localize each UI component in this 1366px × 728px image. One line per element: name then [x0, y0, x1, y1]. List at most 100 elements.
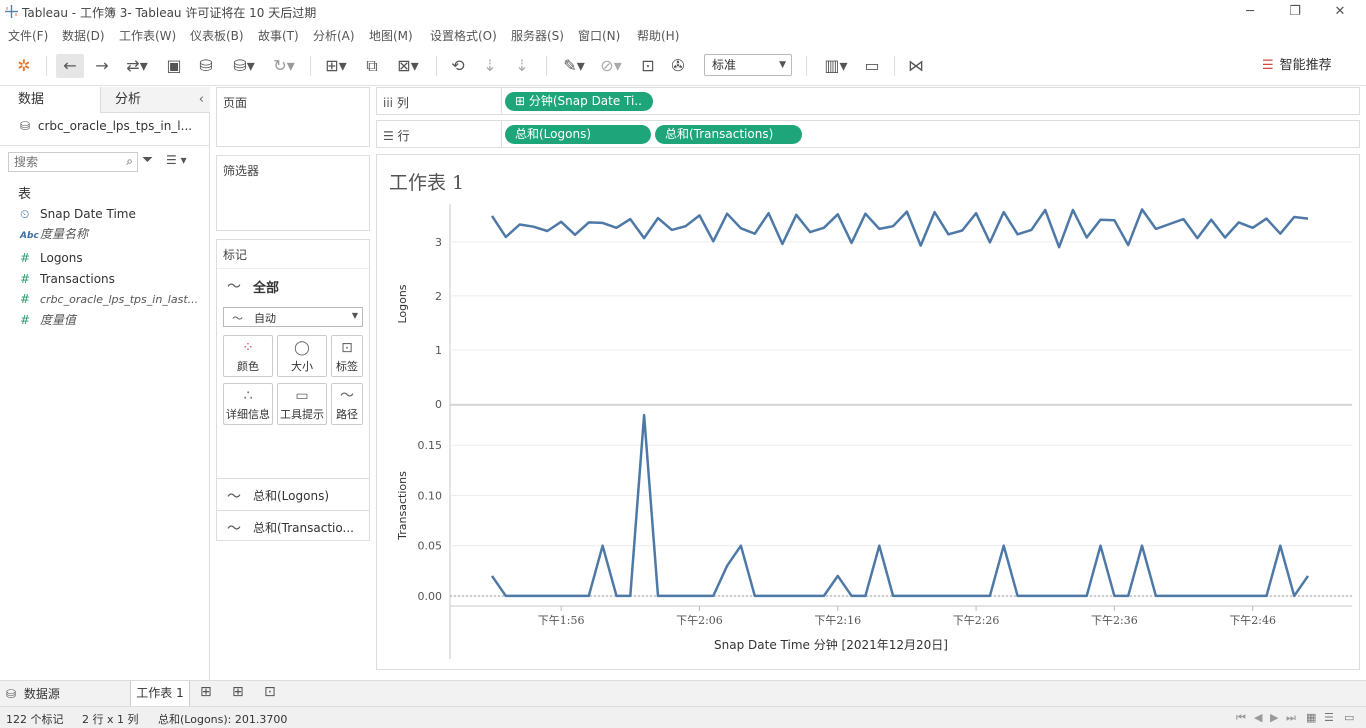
- color-button[interactable]: ⁘ 颜色: [223, 335, 273, 377]
- expand-icon: ⊞: [515, 94, 529, 108]
- clear-sheet-icon[interactable]: ⊠▾: [390, 54, 426, 78]
- line-mark-icon: 〜: [232, 312, 243, 325]
- menu-worksheet[interactable]: 工作表(W): [119, 27, 176, 44]
- tab-datasource[interactable]: ⛁ 数据源: [6, 685, 60, 702]
- search-icon: ⌕: [126, 154, 133, 168]
- sort-desc-icon[interactable]: ⇣: [510, 54, 534, 78]
- search-field[interactable]: ⌕: [8, 152, 138, 172]
- tab-data[interactable]: 数据: [0, 87, 100, 113]
- marks-transactions[interactable]: 〜 总和(Transactio...: [217, 510, 369, 540]
- undo-icon[interactable]: ←: [56, 54, 84, 78]
- pause-updates-icon[interactable]: ⛁▾: [226, 54, 262, 78]
- tab-sheet1[interactable]: 工作表 1: [130, 681, 190, 707]
- path-button[interactable]: 〜路径: [331, 383, 363, 425]
- show-labels-icon[interactable]: ⊡: [636, 54, 660, 78]
- filmstrip-view-icon[interactable]: ▭: [1344, 711, 1354, 724]
- fit-select[interactable]: 标准 ▼: [704, 54, 792, 76]
- share-icon[interactable]: ⋈: [904, 54, 928, 78]
- sort-asc-icon[interactable]: ⇣: [478, 54, 502, 78]
- field-measure-values[interactable]: # 度量值: [20, 310, 76, 330]
- marks-logons[interactable]: 〜 总和(Logons): [217, 478, 369, 510]
- new-datasource-icon[interactable]: ⛁: [194, 54, 218, 78]
- tab-analysis[interactable]: 分析 ‹: [100, 87, 210, 113]
- maximize-button[interactable]: ❐: [1275, 2, 1315, 22]
- menu-map[interactable]: 地图(M): [369, 27, 413, 44]
- view-options-icon[interactable]: ☰ ▾: [166, 153, 187, 167]
- filters-card[interactable]: 筛选器: [216, 155, 370, 231]
- menu-dashboard[interactable]: 仪表板(B): [190, 27, 244, 44]
- prev-sheet-icon[interactable]: ◀: [1254, 711, 1262, 724]
- field-measure-names[interactable]: Abc度量名称: [20, 224, 88, 244]
- menu-file[interactable]: 文件(F): [8, 27, 48, 44]
- row-pill-transactions[interactable]: 总和(Transactions): [655, 125, 802, 144]
- next-sheet-icon[interactable]: ▶: [1270, 711, 1278, 724]
- x-tick-label: 下午1:56: [538, 614, 585, 627]
- number-icon: #: [20, 251, 31, 265]
- minimize-button[interactable]: ─: [1230, 2, 1270, 22]
- new-story-icon[interactable]: ⊡: [264, 684, 276, 700]
- columns-icon: iii: [383, 96, 394, 110]
- x-tick-label: 下午2:06: [676, 614, 723, 627]
- new-dashboard-icon[interactable]: ⊞: [232, 684, 244, 700]
- menu-analysis[interactable]: 分析(A): [313, 27, 355, 44]
- highlight-icon[interactable]: ✎▾: [556, 54, 592, 78]
- marks-all[interactable]: 〜 全部: [217, 268, 369, 300]
- show-cards-icon[interactable]: ▥▾: [818, 54, 854, 78]
- tableau-start-icon[interactable]: ✲: [12, 54, 36, 78]
- sheet-tab-bar: ⛁ 数据源 工作表 1 ⊞ ⊞ ⊡: [0, 680, 1366, 707]
- datasource-name: crbc_oracle_lps_tps_in_l...: [37, 119, 193, 133]
- tooltip-button[interactable]: ▭ 工具提示: [277, 383, 327, 425]
- row-pill-logons[interactable]: 总和(Logons): [505, 125, 651, 144]
- show-me-label: 智能推荐: [1279, 58, 1332, 73]
- new-sheet-icon[interactable]: ⊞▾: [318, 54, 354, 78]
- save-icon[interactable]: ▣: [162, 54, 186, 78]
- filters-label: 筛选器: [223, 164, 260, 178]
- list-view-icon[interactable]: ☰: [1324, 711, 1334, 724]
- redo-icon[interactable]: →: [90, 54, 114, 78]
- field-logons[interactable]: # Logons: [20, 248, 83, 268]
- grid-view-icon[interactable]: ▦: [1306, 711, 1316, 724]
- menu-data[interactable]: 数据(D): [62, 27, 105, 44]
- detail-button[interactable]: ∴ 详细信息: [223, 383, 273, 425]
- menu-server[interactable]: 服务器(S): [511, 27, 564, 44]
- swap-icon[interactable]: ⟲: [446, 54, 470, 78]
- size-button[interactable]: ◯ 大小: [277, 335, 327, 377]
- datasource-item[interactable]: ⛁ crbc_oracle_lps_tps_in_l...: [20, 119, 192, 133]
- number-icon: #: [20, 272, 31, 286]
- new-worksheet-icon[interactable]: ⊞: [200, 684, 212, 700]
- path-icon: 〜: [340, 388, 354, 404]
- close-button[interactable]: ✕: [1320, 2, 1360, 22]
- first-sheet-icon[interactable]: ⏮: [1236, 711, 1246, 725]
- column-pill-snap-date[interactable]: ⊞ 分钟(Snap Date Ti..: [505, 92, 653, 111]
- line-mark-icon: 〜: [227, 489, 241, 505]
- pin-icon[interactable]: ✇: [666, 54, 690, 78]
- show-me-button[interactable]: ☰ 智能推荐: [1262, 55, 1332, 77]
- field-snap-date-time[interactable]: ⏲ Snap Date Time: [20, 204, 136, 224]
- search-input[interactable]: [9, 153, 109, 171]
- status-marks: 122 个标记: [6, 713, 64, 726]
- collapse-icon[interactable]: ‹: [199, 87, 204, 113]
- x-tick-label: 下午2:16: [814, 614, 861, 627]
- section-tables: 表: [18, 187, 32, 202]
- abc-icon: Abc: [20, 231, 39, 241]
- y-axis-title: Transactions: [396, 471, 409, 541]
- duplicate-sheet-icon[interactable]: ⧉: [360, 54, 384, 78]
- rows-shelf[interactable]: ☰ 行 总和(Logons) 总和(Transactions): [376, 120, 1360, 148]
- mark-type-select[interactable]: 〜 自动 ▼: [223, 307, 363, 327]
- menu-format[interactable]: 设置格式(O): [430, 27, 497, 44]
- menu-window[interactable]: 窗口(N): [578, 27, 620, 44]
- label-button[interactable]: ⊡ 标签: [331, 335, 363, 377]
- pages-label: 页面: [223, 96, 248, 110]
- columns-shelf[interactable]: iii 列 ⊞ 分钟(Snap Date Ti..: [376, 87, 1360, 115]
- field-transactions[interactable]: # Transactions: [20, 269, 115, 289]
- menu-story[interactable]: 故事(T): [258, 27, 299, 44]
- pages-card[interactable]: 页面: [216, 87, 370, 147]
- group-icon[interactable]: ⊘▾: [596, 54, 626, 78]
- refresh-icon[interactable]: ↻▾: [266, 54, 302, 78]
- replay-icon[interactable]: ⇄▾: [120, 54, 154, 78]
- last-sheet-icon[interactable]: ⏭: [1286, 711, 1296, 725]
- filter-icon[interactable]: ⏷: [142, 152, 153, 168]
- menu-help[interactable]: 帮助(H): [637, 27, 679, 44]
- presentation-icon[interactable]: ▭: [860, 54, 884, 78]
- field-record-count[interactable]: # crbc_oracle_lps_tps_in_last...: [20, 289, 198, 309]
